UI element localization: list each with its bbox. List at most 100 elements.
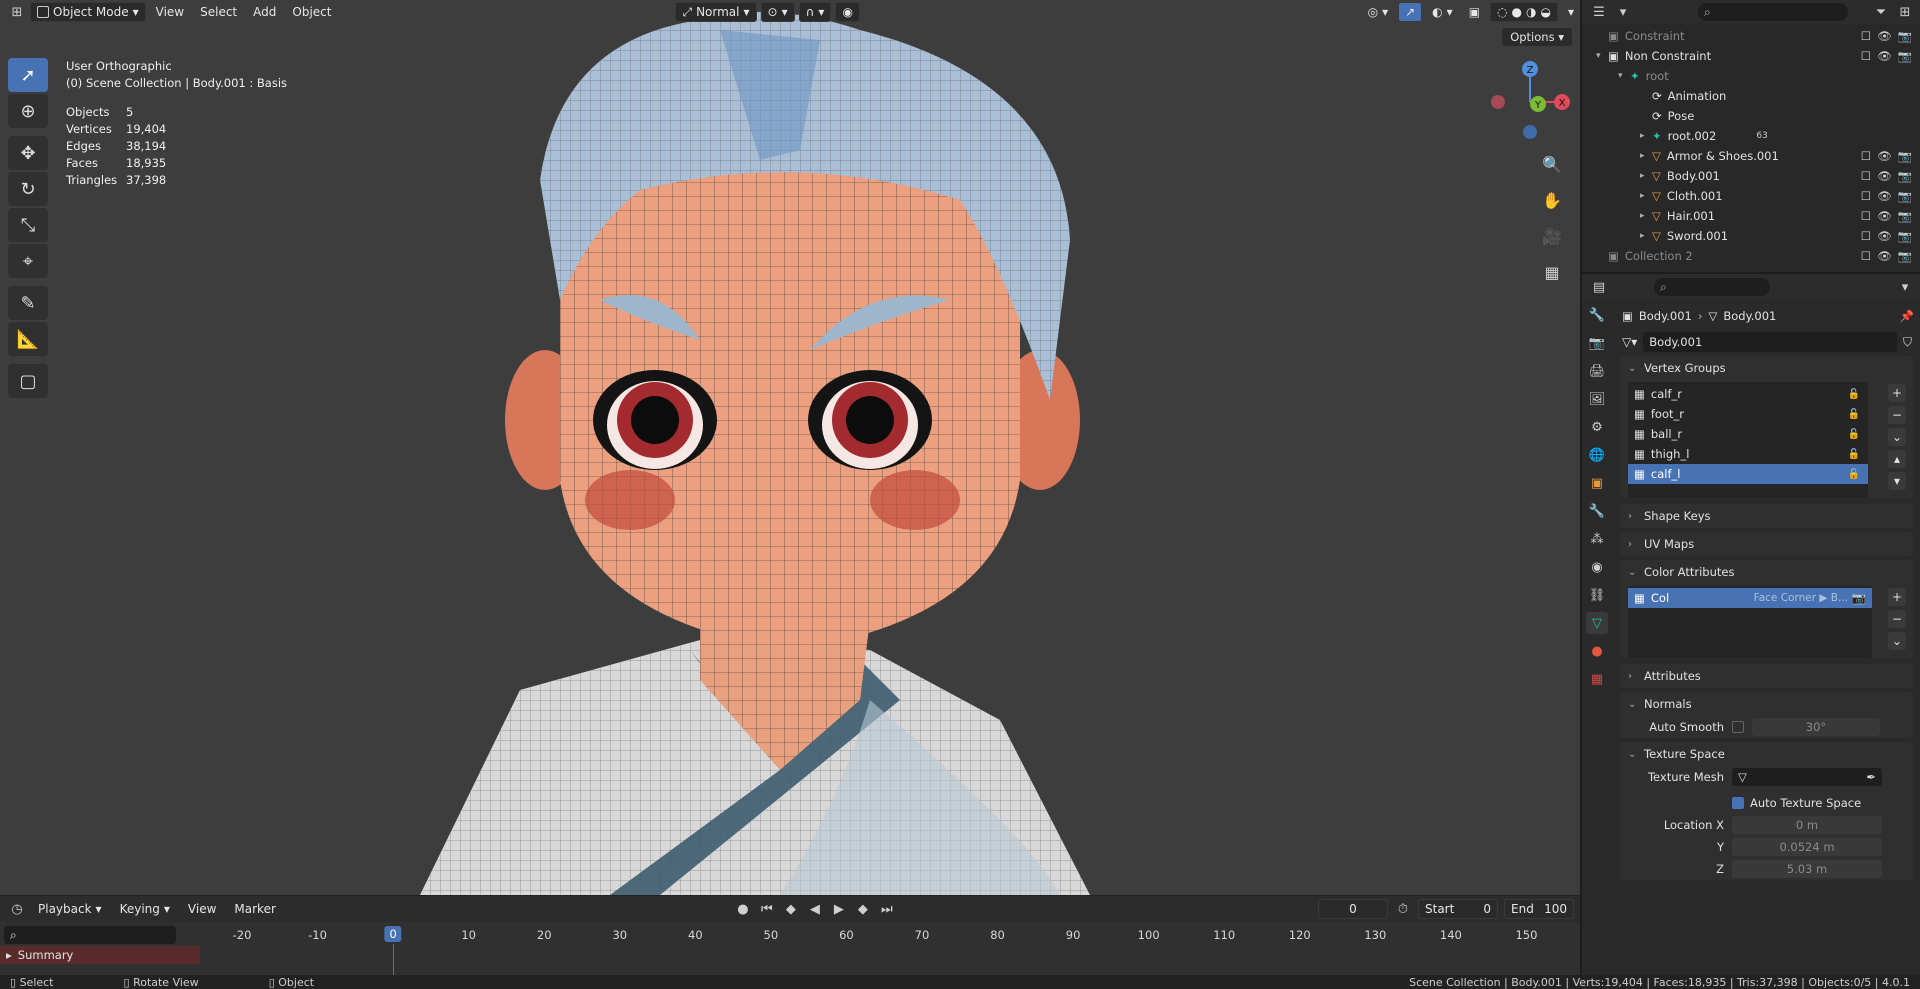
visibility-selector[interactable]: ◎ ▾ (1362, 2, 1395, 22)
object-tab-icon[interactable]: ▣ (1586, 472, 1608, 494)
lock-icon[interactable]: 🔓 (1848, 449, 1860, 460)
eye-icon[interactable]: 👁 (1877, 149, 1892, 163)
marker-menu[interactable]: Marker (228, 899, 281, 919)
summary-channel[interactable]: ▸ Summary (0, 946, 200, 964)
transform-tool[interactable]: ⌖ (8, 244, 48, 278)
add-cube-tool[interactable]: ▢ (8, 364, 48, 398)
mesh-data-icon[interactable]: ▽▾ (1622, 335, 1637, 349)
attributes-header[interactable]: › Attributes (1620, 664, 1914, 688)
camera-icon[interactable]: 📷 (1898, 29, 1912, 43)
camera-icon[interactable]: 🎥 (1538, 222, 1566, 250)
outliner-item[interactable]: ▸ ▽ Armor & Shoes.001 ☐ 👁 📷 (1582, 146, 1920, 166)
expand-triangle-icon[interactable]: ▸ (1640, 151, 1652, 161)
camera-icon[interactable]: 📷 (1898, 249, 1912, 263)
move-up-button[interactable]: ▴ (1888, 450, 1906, 468)
proportional-editing-toggle[interactable]: ◉ (835, 2, 860, 22)
mode-selector[interactable]: Object Mode ▾ (30, 2, 146, 22)
properties-editor-icon[interactable]: ▤ (1590, 278, 1608, 296)
expand-triangle-icon[interactable]: ▾ (1618, 71, 1630, 81)
prev-keyframe-icon[interactable]: ◆ (782, 900, 800, 918)
outliner-item[interactable]: ▣ Constraint ☐ 👁 📷 (1582, 26, 1920, 46)
move-tool[interactable]: ✥ (8, 136, 48, 170)
data-tab-icon[interactable]: ▽ (1586, 612, 1608, 634)
outliner-editor-icon[interactable]: ☰ (1590, 3, 1608, 21)
texture-tab-icon[interactable]: ▦ (1586, 668, 1608, 690)
outliner-item[interactable]: ▾ ▣ Non Constraint ☐ 👁 📷 (1582, 46, 1920, 66)
checkbox-icon[interactable]: ☐ (1861, 249, 1871, 263)
menu-select[interactable]: Select (194, 2, 243, 22)
normals-header[interactable]: ⌄ Normals (1620, 692, 1914, 716)
outliner-item[interactable]: ▾ ✦ root (1582, 66, 1920, 86)
display-mode-icon[interactable]: ▾ (1614, 3, 1632, 21)
texture-mesh-field[interactable]: ▽ ✒ (1732, 768, 1882, 786)
checkbox-icon[interactable]: ☐ (1861, 49, 1871, 63)
play-reverse-icon[interactable]: ◀ (806, 900, 824, 918)
keying-menu[interactable]: Keying ▾ (114, 899, 176, 919)
texture-space-header[interactable]: ⌄ Texture Space (1620, 742, 1914, 766)
outliner-item[interactable]: ▸ ▽ Hair.001 ☐ 👁 📷 (1582, 206, 1920, 226)
eye-icon[interactable]: 👁 (1877, 29, 1892, 43)
eye-icon[interactable]: 👁 (1877, 189, 1892, 203)
auto-smooth-checkbox[interactable] (1732, 721, 1744, 733)
current-frame-field[interactable]: 0 (1318, 899, 1388, 919)
eye-icon[interactable]: 👁 (1877, 49, 1892, 63)
vertex-groups-header[interactable]: ⌄ Vertex Groups (1620, 356, 1914, 380)
checkbox-icon[interactable]: ☐ (1861, 229, 1871, 243)
lock-icon[interactable]: 🔓 (1848, 409, 1860, 420)
auto-smooth-angle[interactable]: 30° (1752, 718, 1880, 736)
add-vertex-group-button[interactable]: + (1888, 384, 1906, 402)
fake-user-shield-icon[interactable]: ⛉ (1903, 335, 1912, 350)
chevron-down-icon[interactable]: ▾ (1896, 278, 1914, 296)
view-layer-tab-icon[interactable]: 🖼 (1586, 388, 1608, 410)
frame-ruler[interactable]: -20 -10 0 10 20 30 40 50 60 70 80 90 100 110 120 130 140… (212, 926, 1572, 989)
checkbox-icon[interactable]: ☐ (1861, 149, 1871, 163)
material-tab-icon[interactable]: ● (1586, 640, 1608, 662)
vertex-group-item[interactable]: ▦ thigh_l 🔓 (1628, 444, 1868, 464)
expand-triangle-icon[interactable]: ▸ (1640, 211, 1652, 221)
timeline-search[interactable]: ⌕ (4, 926, 176, 944)
3d-viewport[interactable]: ⊞ Object Mode ▾ View Select Add Object ⤢… (0, 0, 1580, 895)
filter-icon[interactable]: ⏷ (1872, 3, 1890, 21)
camera-icon[interactable]: 📷 (1898, 209, 1912, 223)
xray-toggle[interactable]: ▣ (1463, 2, 1486, 22)
color-attribute-list[interactable]: ▦ Col Face Corner ▶ B... 📷 (1628, 586, 1872, 658)
measure-tool[interactable]: 📐 (8, 322, 48, 356)
lock-icon[interactable]: 🔓 (1848, 389, 1860, 400)
next-keyframe-icon[interactable]: ◆ (854, 900, 872, 918)
color-attribute-item[interactable]: ▦ Col Face Corner ▶ B... 📷 (1628, 588, 1872, 608)
scene-tab-icon[interactable]: ⚙ (1586, 416, 1608, 438)
location-y-field[interactable]: 0.0524 m (1732, 838, 1882, 856)
jump-start-icon[interactable]: ⏮ (758, 900, 776, 918)
eyedropper-icon[interactable]: ✒ (1866, 770, 1876, 784)
select-box-tool[interactable]: ➚ (8, 58, 48, 92)
snap-toggle[interactable]: ∩ ▾ (798, 2, 832, 22)
options-button[interactable]: Options ▾ (1502, 28, 1572, 46)
camera-icon[interactable]: 📷 (1898, 229, 1912, 243)
eye-icon[interactable]: 👁 (1877, 209, 1892, 223)
expand-triangle-icon[interactable]: ▾ (1596, 51, 1608, 61)
pan-hand-icon[interactable]: ✋ (1538, 186, 1566, 214)
camera-icon[interactable]: 📷 (1898, 149, 1912, 163)
outliner-item[interactable]: ▸ ▽ Body.001 ☐ 👁 📷 (1582, 166, 1920, 186)
outliner-item[interactable]: ▸ ▽ Sword.001 ☐ 👁 📷 (1582, 226, 1920, 246)
tool-tab-icon[interactable]: 🔧 (1586, 304, 1608, 326)
lock-icon[interactable]: 🔓 (1848, 429, 1860, 440)
jump-end-icon[interactable]: ⏭ (878, 900, 896, 918)
color-attributes-header[interactable]: ⌄ Color Attributes (1620, 560, 1914, 584)
navigation-gizmo[interactable]: X Z Y (1490, 60, 1570, 140)
start-frame-field[interactable]: Start 0 (1418, 899, 1498, 919)
world-tab-icon[interactable]: 🌐 (1586, 444, 1608, 466)
playback-menu[interactable]: Playback ▾ (32, 899, 108, 919)
record-icon[interactable]: ● (734, 900, 752, 918)
eye-icon[interactable]: 👁 (1877, 229, 1892, 243)
end-frame-field[interactable]: End 100 (1504, 899, 1574, 919)
stopwatch-icon[interactable]: ⏱ (1394, 900, 1412, 918)
particles-tab-icon[interactable]: ⁂ (1586, 528, 1608, 550)
vertex-group-specials-button[interactable]: ⌄ (1888, 428, 1906, 446)
scale-tool[interactable]: ⤡ (8, 208, 48, 242)
expand-triangle-icon[interactable]: ▸ (1640, 231, 1652, 241)
timeline-view-menu[interactable]: View (182, 899, 222, 919)
mesh-name-field[interactable]: Body.001 (1643, 332, 1897, 352)
gizmo-toggle[interactable]: ↗ (1398, 2, 1423, 22)
rotate-tool[interactable]: ↻ (8, 172, 48, 206)
